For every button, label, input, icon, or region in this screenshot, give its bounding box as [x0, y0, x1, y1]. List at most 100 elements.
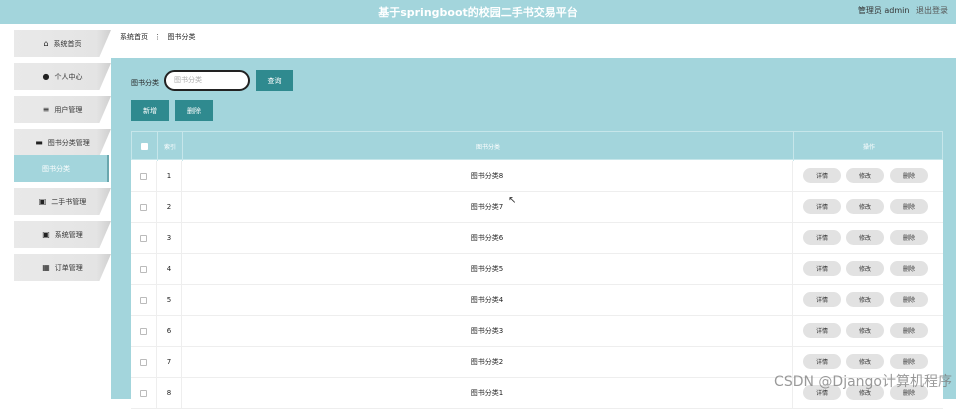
- briefcase-icon: ▬: [35, 138, 43, 147]
- row-checkbox[interactable]: [140, 389, 147, 397]
- logout-link[interactable]: 退出登录: [916, 6, 948, 15]
- row-checkbox-cell: [131, 378, 157, 408]
- sidebar-item-label: 个人中心: [54, 72, 83, 81]
- row-delete-button[interactable]: 删除: [890, 230, 928, 245]
- row-delete-button[interactable]: 删除: [890, 354, 928, 369]
- detail-button[interactable]: 详情: [803, 261, 841, 276]
- list-icon: ≡: [42, 105, 50, 114]
- edit-button[interactable]: 修改: [846, 199, 884, 214]
- sidebar-item-users[interactable]: ≡ 用户管理: [14, 96, 111, 123]
- row-delete-button[interactable]: 删除: [890, 323, 928, 338]
- watermark: CSDN @Django计算机程序: [774, 374, 952, 390]
- sidebar-item-home[interactable]: ⌂ 系统首页: [14, 30, 111, 57]
- row-name: 图书分类3: [182, 316, 793, 346]
- row-checkbox-cell: [131, 316, 157, 346]
- row-checkbox[interactable]: [140, 296, 147, 304]
- row-checkbox[interactable]: [140, 358, 147, 366]
- table-row: 2 图书分类7 详情 修改 删除: [131, 192, 943, 223]
- breadcrumb: 系统首页 ⋮ 图书分类: [120, 32, 195, 42]
- grid-icon: ▦: [42, 263, 50, 272]
- detail-button[interactable]: 详情: [803, 230, 841, 245]
- row-index: 5: [157, 285, 182, 315]
- header-name: 图书分类: [183, 132, 794, 161]
- row-name: 图书分类1: [182, 378, 793, 408]
- row-name: 图书分类2: [182, 347, 793, 377]
- detail-button[interactable]: 详情: [803, 168, 841, 183]
- app-title: 基于springboot的校园二手书交易平台: [378, 6, 578, 19]
- sidebar-item-orders[interactable]: ▦ 订单管理: [14, 254, 111, 281]
- sidebar-item-label: 图书分类: [42, 164, 70, 173]
- row-actions: 详情 修改 删除: [793, 316, 943, 346]
- table-row: 1 图书分类8 详情 修改 删除: [131, 161, 943, 192]
- row-actions: 详情 修改 删除: [793, 285, 943, 315]
- detail-button[interactable]: 详情: [803, 199, 841, 214]
- sidebar-item-system[interactable]: ▣ 系统管理: [14, 221, 111, 248]
- top-bar: 基于springboot的校园二手书交易平台 管理员 admin 退出登录: [0, 0, 956, 24]
- row-checkbox[interactable]: [140, 172, 147, 180]
- edit-button[interactable]: 修改: [846, 168, 884, 183]
- search-label: 图书分类: [131, 79, 159, 87]
- sidebar: ⌂ 系统首页 ● 个人中心 ≡ 用户管理 ▬ 图书分类管理 图书分类 ▣ 二手书…: [14, 24, 111, 399]
- row-checkbox[interactable]: [140, 327, 147, 335]
- sidebar-item-label: 系统管理: [54, 230, 83, 239]
- detail-button[interactable]: 详情: [803, 354, 841, 369]
- row-name: 图书分类6: [182, 223, 793, 253]
- query-button[interactable]: 查询: [256, 70, 293, 91]
- table-row: 4 图书分类5 详情 修改 删除: [131, 254, 943, 285]
- row-index: 4: [157, 254, 182, 284]
- clipboard-icon: ▣: [42, 230, 50, 239]
- header-checkbox-cell: [132, 132, 158, 161]
- table-header: 索引 图书分类 操作: [131, 131, 943, 161]
- row-name: 图书分类8: [182, 161, 793, 191]
- breadcrumb-home[interactable]: 系统首页: [120, 33, 148, 41]
- sidebar-subitem-book-category[interactable]: 图书分类: [14, 155, 109, 182]
- detail-button[interactable]: 详情: [803, 323, 841, 338]
- row-checkbox[interactable]: [140, 234, 147, 242]
- row-delete-button[interactable]: 删除: [890, 292, 928, 307]
- row-delete-button[interactable]: 删除: [890, 261, 928, 276]
- detail-button[interactable]: 详情: [803, 292, 841, 307]
- user-area: 管理员 admin 退出登录: [858, 5, 948, 16]
- row-index: 1: [157, 161, 182, 191]
- delete-button[interactable]: 删除: [175, 100, 213, 121]
- sidebar-item-profile[interactable]: ● 个人中心: [14, 63, 111, 90]
- row-name: 图书分类7: [182, 192, 793, 222]
- row-name: 图书分类5: [182, 254, 793, 284]
- user-name: 管理员 admin: [857, 6, 910, 15]
- row-actions: 详情 修改 删除: [793, 161, 943, 191]
- table-row: 5 图书分类4 详情 修改 删除: [131, 285, 943, 316]
- row-checkbox-cell: [131, 161, 157, 191]
- row-checkbox-cell: [131, 347, 157, 377]
- row-index: 2: [157, 192, 182, 222]
- clipboard-icon: ▣: [38, 197, 47, 206]
- sidebar-item-label: 二手书管理: [51, 197, 87, 206]
- sidebar-item-secondhand-books[interactable]: ▣ 二手书管理: [14, 188, 111, 215]
- search-input[interactable]: 图书分类: [164, 70, 250, 91]
- sidebar-item-book-category-mgmt[interactable]: ▬ 图书分类管理: [14, 129, 111, 156]
- edit-button[interactable]: 修改: [846, 261, 884, 276]
- row-checkbox-cell: [131, 192, 157, 222]
- add-button[interactable]: 新增: [131, 100, 169, 121]
- row-actions: 详情 修改 删除: [793, 254, 943, 284]
- row-checkbox-cell: [131, 254, 157, 284]
- sidebar-item-label: 图书分类管理: [47, 138, 90, 147]
- category-table: 索引 图书分类 操作 1 图书分类8 详情 修改 删除 2 图书分类7 详情 修改 删除 3 图书分类…: [131, 131, 943, 409]
- edit-button[interactable]: 修改: [846, 230, 884, 245]
- sidebar-item-label: 系统首页: [53, 39, 82, 48]
- select-all-checkbox[interactable]: [141, 143, 148, 150]
- row-checkbox[interactable]: [140, 203, 147, 211]
- row-checkbox-cell: [131, 223, 157, 253]
- header-action: 操作: [862, 144, 875, 151]
- breadcrumb-current: 图书分类: [167, 33, 196, 41]
- row-delete-button[interactable]: 删除: [890, 199, 928, 214]
- table-row: 3 图书分类6 详情 修改 删除: [131, 223, 943, 254]
- row-delete-button[interactable]: 删除: [890, 168, 928, 183]
- header-index: 索引: [158, 132, 183, 161]
- edit-button[interactable]: 修改: [846, 292, 884, 307]
- edit-button[interactable]: 修改: [846, 354, 884, 369]
- row-name: 图书分类4: [182, 285, 793, 315]
- main-panel: 图书分类 图书分类 查询 新增 删除 索引 图书分类 操作 1 图书分类8 详情 修改…: [111, 58, 956, 409]
- edit-button[interactable]: 修改: [846, 323, 884, 338]
- row-index: 6: [157, 316, 182, 346]
- row-checkbox[interactable]: [140, 265, 147, 273]
